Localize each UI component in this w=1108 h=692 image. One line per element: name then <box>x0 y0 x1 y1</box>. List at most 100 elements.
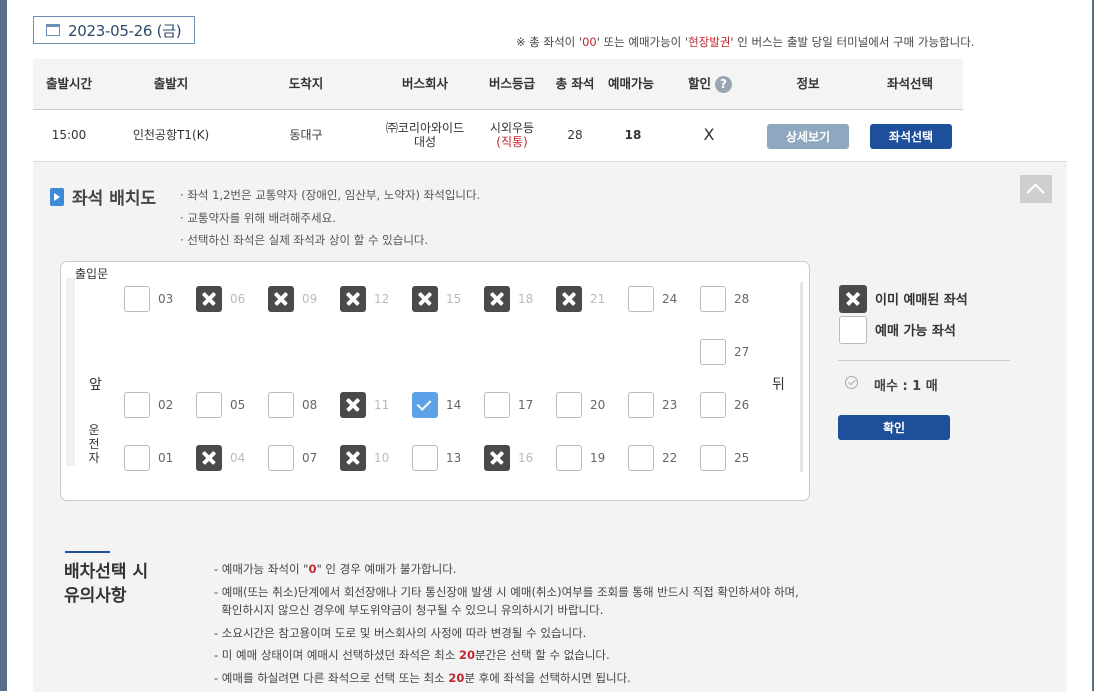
back-label: 뒤 <box>772 377 785 393</box>
seat-number-label: 27 <box>734 345 750 359</box>
seat-number-label: 13 <box>446 451 462 465</box>
caution-list: - 예매가능 좌석이 "0" 인 경우 예매가 불가합니다. - 예매(또는 취… <box>214 560 799 688</box>
seat-16 <box>484 445 510 471</box>
seat-number-label: 01 <box>158 451 174 465</box>
seat-map-notes: · 좌석 1,2번은 교통약자 (장애인, 임산부, 노약자) 좌석입니다. ·… <box>180 184 480 252</box>
seat-14[interactable] <box>412 392 438 418</box>
seat-23[interactable] <box>628 392 654 418</box>
legend-available-label: 예매 가능 좌석 <box>875 324 956 339</box>
seat-number-label: 06 <box>230 292 246 306</box>
seat-number-label: 23 <box>662 398 678 412</box>
cell-available: 18 <box>624 128 642 142</box>
caution-item: - 미 예매 상태이며 예매시 선택하셨던 좌석은 최소 20분간은 선택 할 … <box>214 648 610 663</box>
header-info: 정보 <box>796 76 820 91</box>
seat-05[interactable] <box>196 392 222 418</box>
header-bus-company: 버스회사 <box>401 76 449 91</box>
seat-15 <box>412 286 438 312</box>
seat-24[interactable] <box>628 286 654 312</box>
arrow-right-icon <box>50 187 64 206</box>
seat-01[interactable] <box>124 445 150 471</box>
caution-accent-bar <box>65 551 110 553</box>
cell-bus-company: ㈜코리아와이드 대성 <box>386 110 464 160</box>
door-label: 출입문 <box>75 267 109 281</box>
cell-bus-class: 시외우등 (직통) <box>490 110 534 160</box>
header-available: 예매가능 <box>607 76 655 91</box>
bus-side-left <box>66 278 75 466</box>
seat-number-label: 17 <box>518 398 534 412</box>
schedule-table-header: 출발시간 출발지 도착지 버스회사 버스등급 총 좌석 예매가능 할인? 정보 … <box>33 59 963 110</box>
calendar-icon <box>46 24 60 36</box>
seat-number-label: 22 <box>662 451 678 465</box>
detail-button[interactable]: 상세보기 <box>767 124 849 149</box>
bus-class-line2: (직통) <box>496 135 528 149</box>
seat-select-button[interactable]: 좌석선택 <box>870 124 952 149</box>
header-origin: 출발지 <box>153 76 189 91</box>
cell-origin: 인천공항T1(K) <box>132 128 210 142</box>
seat-27[interactable] <box>700 339 726 365</box>
help-icon[interactable]: ? <box>715 76 733 93</box>
seat-number-label: 11 <box>374 398 390 412</box>
seat-28[interactable] <box>700 286 726 312</box>
seat-02[interactable] <box>124 392 150 418</box>
seat-number-label: 10 <box>374 451 390 465</box>
cell-departure-time: 15:00 <box>51 128 87 142</box>
seat-09 <box>268 286 294 312</box>
bus-company-line2: 대성 <box>413 135 437 149</box>
seat-11 <box>340 392 366 418</box>
seat-number-label: 24 <box>662 292 678 306</box>
seat-number-label: 09 <box>302 292 318 306</box>
caution-title: 배차선택 시 유의사항 <box>64 562 149 606</box>
caution-item: - 예매(또는 취소)단계에서 회선장애나 기타 통신장애 발생 시 예매(취소… <box>214 584 799 599</box>
caution-item: 확인하시지 않으신 경우에 부도위약금이 청구될 수 있으니 유의하시기 바랍니… <box>214 603 604 618</box>
seat-07[interactable] <box>268 445 294 471</box>
seat-number-label: 08 <box>302 398 318 412</box>
seat-22[interactable] <box>628 445 654 471</box>
seat-number-label: 26 <box>734 398 750 412</box>
seat-03[interactable] <box>124 286 150 312</box>
header-departure-time: 출발시간 <box>45 76 93 91</box>
seat-26[interactable] <box>700 392 726 418</box>
confirm-button[interactable]: 확인 <box>838 415 950 440</box>
cell-destination: 동대구 <box>289 128 323 142</box>
seat-08[interactable] <box>268 392 294 418</box>
ticket-count: 매수 : 1 매 <box>874 379 938 394</box>
seat-25[interactable] <box>700 445 726 471</box>
seat-number-label: 04 <box>230 451 246 465</box>
legend-booked-label: 이미 예매된 좌석 <box>875 293 968 308</box>
seat-18 <box>484 286 510 312</box>
bus-side-right <box>800 282 803 472</box>
seat-number-label: 25 <box>734 451 750 465</box>
header-bus-class: 버스등급 <box>488 76 536 91</box>
booking-notice: ※ 총 좌석이 '00' 또는 예매가능이 '현장발권' 인 버스는 출발 당일… <box>516 35 975 49</box>
seat-19[interactable] <box>556 445 582 471</box>
seat-number-label: 15 <box>446 292 462 306</box>
collapse-button[interactable] <box>1020 175 1052 203</box>
driver-label: 운 전 자 <box>88 423 100 465</box>
cell-total-seats: 28 <box>567 128 583 142</box>
seat-12 <box>340 286 366 312</box>
window-frame-left <box>0 0 7 691</box>
seat-20[interactable] <box>556 392 582 418</box>
header-total-seats: 총 좌석 <box>555 76 595 91</box>
legend-divider <box>838 360 1010 361</box>
date-display[interactable]: 2023-05-26 (금) <box>33 16 195 44</box>
header-discount-label: 할인 <box>687 76 712 91</box>
seat-map-title-text: 좌석 배치도 <box>72 189 157 209</box>
seat-21 <box>556 286 582 312</box>
seat-number-label: 19 <box>590 451 606 465</box>
cell-discount: X <box>703 125 715 144</box>
seat-06 <box>196 286 222 312</box>
seat-13[interactable] <box>412 445 438 471</box>
caution-item: - 예매를 하실려면 다른 좌석으로 선택 또는 최소 20분 후에 좌석을 선… <box>214 670 631 685</box>
seat-17[interactable] <box>484 392 510 418</box>
caution-item: - 예매가능 좌석이 "0" 인 경우 예매가 불가합니다. <box>214 562 457 576</box>
legend-booked-swatch <box>839 285 867 313</box>
seat-number-label: 14 <box>446 398 462 412</box>
seat-04 <box>196 445 222 471</box>
seat-map-note: · 선택하신 좌석은 실제 좌석과 상이 할 수 있습니다. <box>180 233 429 247</box>
check-circle-icon <box>845 376 858 389</box>
seat-number-label: 02 <box>158 398 174 412</box>
header-discount: 할인? <box>687 59 733 109</box>
seat-map-note: · 좌석 1,2번은 교통약자 (장애인, 임산부, 노약자) 좌석입니다. <box>180 188 481 202</box>
header-destination: 도착지 <box>288 76 324 91</box>
